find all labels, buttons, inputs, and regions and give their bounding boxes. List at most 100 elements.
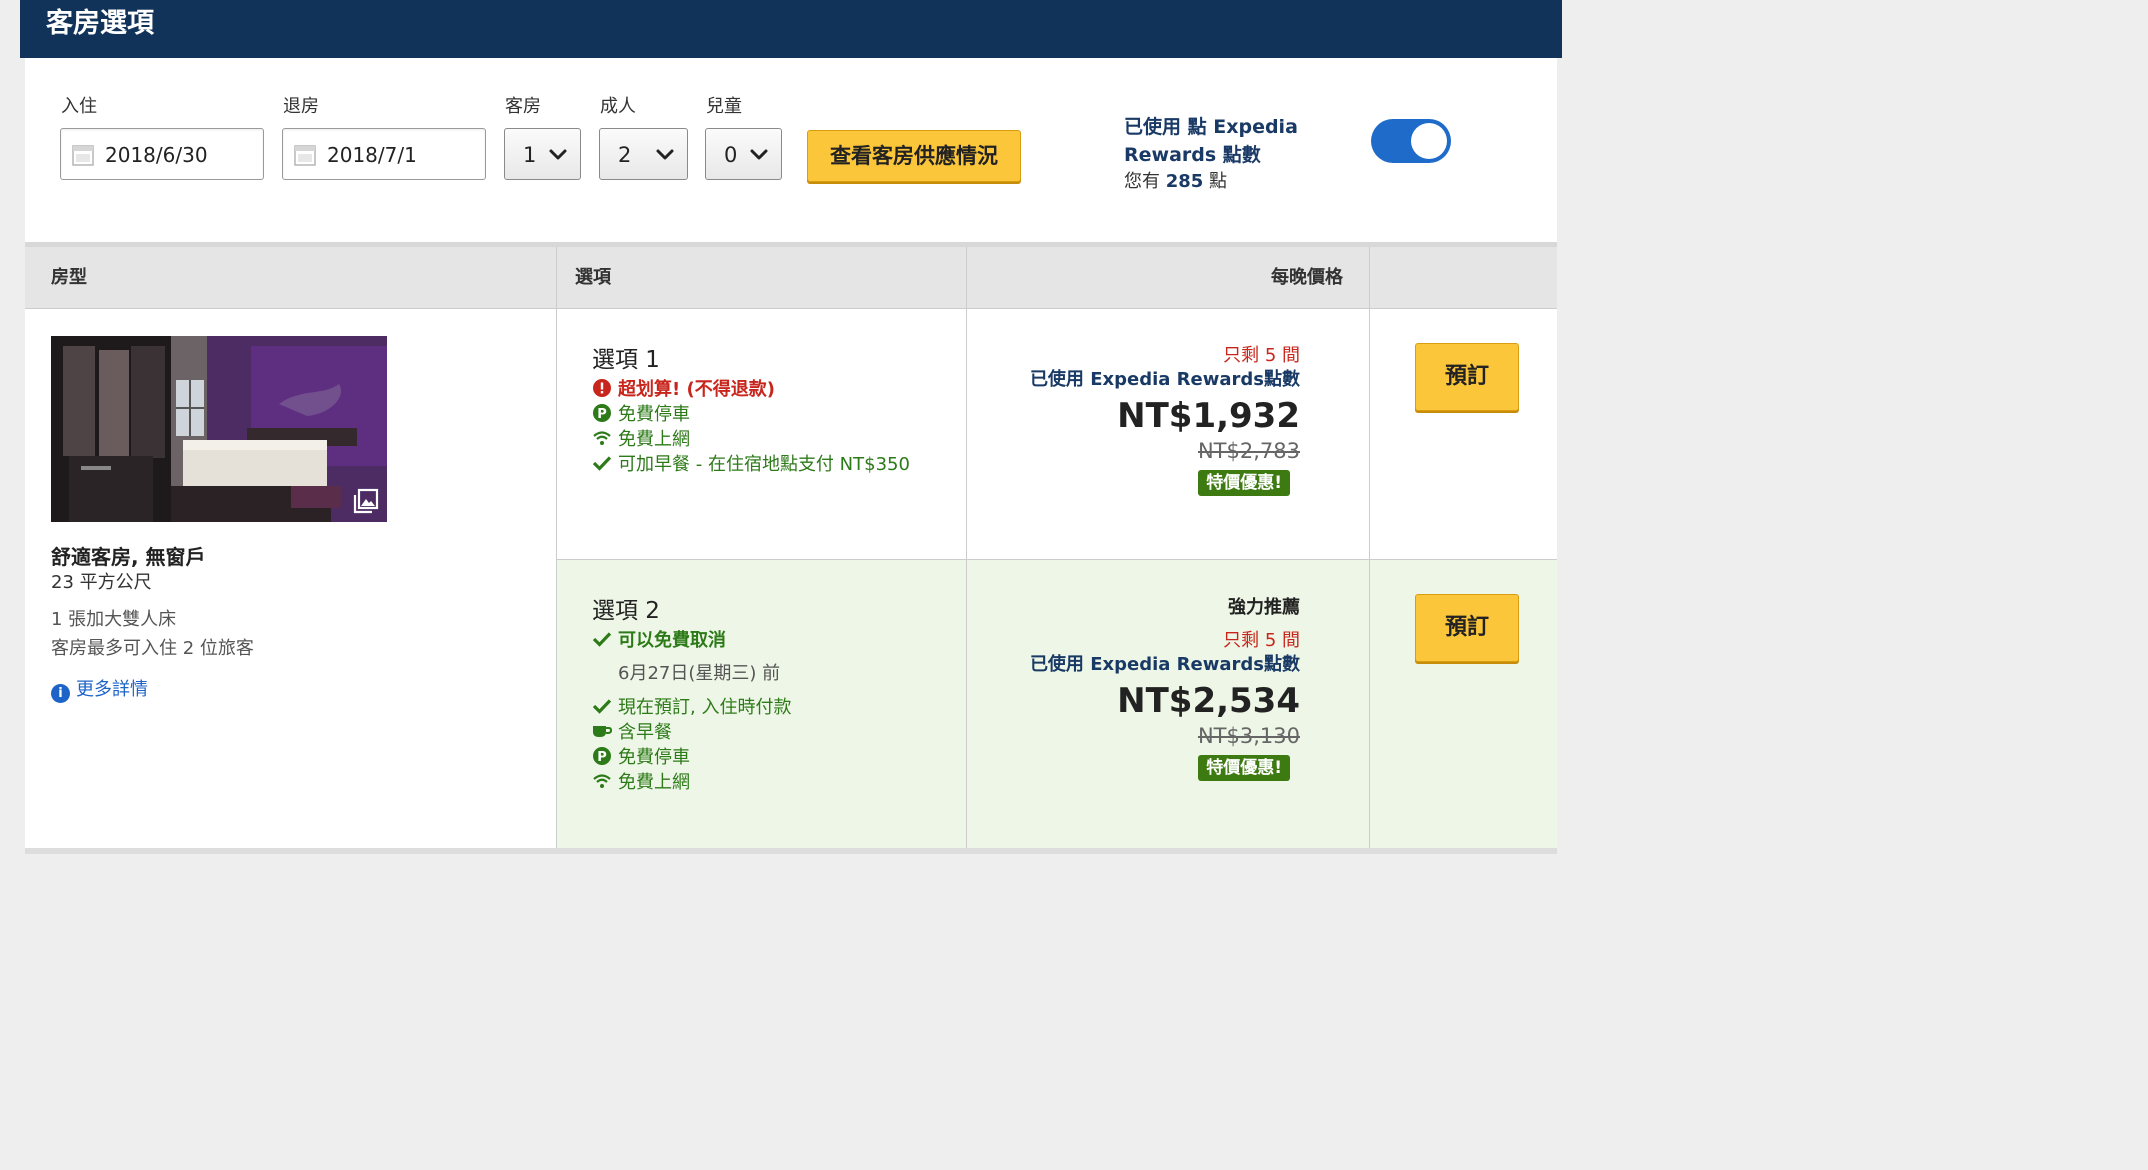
children-select[interactable]: 0 (705, 128, 782, 180)
feature-text: 免費上網 (618, 429, 690, 450)
page-title: 客房選項 (46, 8, 154, 39)
deal-badge: 特價優惠! (1198, 755, 1290, 781)
column-divider (1369, 247, 1370, 848)
option-2-feature-wifi: 免費上網 (592, 771, 690, 795)
adults-select-value: 2 (618, 143, 632, 167)
page-left-margin (0, 0, 20, 854)
chevron-down-icon (656, 149, 674, 160)
feature-text: 可以免費取消 (618, 630, 726, 651)
room-options-panel: 入住 2018/6/30 退房 2018/7/1 客房 1 成人 2 兒童 0 … (25, 58, 1557, 854)
rewards-used-label: 已使用 Expedia Rewards點數 (1029, 369, 1300, 390)
parking-icon: P (593, 747, 611, 765)
feature-text: 現在預訂, 入住時付款 (618, 697, 792, 718)
table-bottom-border (25, 848, 1557, 854)
rooms-select[interactable]: 1 (504, 128, 581, 180)
checkout-date-value: 2018/7/1 (327, 143, 417, 167)
check-availability-button[interactable]: 查看客房供應情況 (807, 130, 1021, 182)
room-size: 23 平方公尺 (51, 572, 152, 593)
toggle-knob (1411, 123, 1447, 159)
rewards-points-balance: 您有 285 點 (1124, 170, 1227, 194)
feature-text: 含早餐 (618, 722, 672, 743)
more-details-link[interactable]: i 更多詳情 (51, 678, 148, 703)
room-options-header: 客房選項 (20, 0, 1562, 58)
original-price: NT$2,783 (1197, 439, 1300, 463)
checkin-date-value: 2018/6/30 (105, 143, 208, 167)
option-2-free-cancellation: 可以免費取消 (592, 629, 726, 653)
book-button-option-1[interactable]: 預訂 (1415, 343, 1519, 411)
children-select-value: 0 (724, 143, 738, 167)
nightly-price: NT$2,534 (1117, 681, 1300, 721)
rewards-toggle-switch[interactable] (1371, 119, 1451, 163)
parking-icon: P (593, 404, 611, 422)
column-header-room-type: 房型 (51, 267, 87, 288)
option-2-feature-breakfast: 含早餐 (592, 721, 672, 745)
checkout-date-field[interactable]: 2018/7/1 (282, 128, 486, 180)
option-1-feature-nonrefundable: 超划算! (不得退款) (592, 378, 775, 402)
book-button-option-2[interactable]: 預訂 (1415, 594, 1519, 662)
rooms-table-header: 房型 選項 每晚價格 (25, 247, 1557, 309)
wifi-icon (593, 431, 611, 445)
rooms-select-value: 1 (523, 143, 537, 167)
rooms-label: 客房 (505, 96, 541, 117)
option-1-feature-wifi: 免費上網 (592, 428, 690, 452)
points-prefix: 您有 (1124, 171, 1160, 192)
option-2-feature-pay-later: 現在預訂, 入住時付款 (592, 696, 791, 720)
chevron-down-icon (750, 149, 768, 160)
feature-text: 免費停車 (618, 747, 690, 768)
recommended-label: 強力推薦 (1228, 597, 1300, 618)
checkin-label: 入住 (61, 96, 97, 117)
wifi-icon (593, 774, 611, 788)
checkin-date-field[interactable]: 2018/6/30 (60, 128, 264, 180)
deal-badge: 特價優惠! (1198, 470, 1290, 496)
points-suffix: 點 (1209, 171, 1228, 192)
check-icon (592, 456, 612, 471)
option-1-price-block: 只剩 5 間 已使用 Expedia Rewards點數 NT$1,932 NT… (1030, 344, 1300, 496)
gallery-icon[interactable] (353, 488, 379, 514)
column-divider (556, 247, 557, 848)
chevron-down-icon (549, 149, 567, 160)
checkout-label: 退房 (283, 96, 319, 117)
feature-text: 可加早餐 - 在住宿地點支付 NT$350 (618, 454, 910, 475)
rooms-left-notice: 只剩 5 間 (1223, 345, 1300, 366)
column-header-options: 選項 (575, 267, 611, 288)
option-2-price-block: 強力推薦 只剩 5 間 已使用 Expedia Rewards點數 NT$2,5… (1030, 596, 1300, 781)
option-1-feature-breakfast: 可加早餐 - 在住宿地點支付 NT$350 (592, 453, 910, 477)
page-right-margin (1558, 0, 1564, 854)
check-icon (592, 699, 612, 714)
coffee-icon (593, 726, 612, 737)
svg-text:P: P (597, 407, 607, 422)
alert-icon (593, 379, 611, 397)
feature-text: 免費上網 (618, 772, 690, 793)
adults-select[interactable]: 2 (599, 128, 688, 180)
search-bar: 入住 2018/6/30 退房 2018/7/1 客房 1 成人 2 兒童 0 … (25, 58, 1557, 242)
room-photo-image (51, 336, 387, 522)
column-divider (966, 247, 967, 848)
nightly-price: NT$1,932 (1117, 396, 1300, 436)
feature-text: 超划算! (不得退款) (618, 379, 775, 400)
rooms-left-notice: 只剩 5 間 (1223, 630, 1300, 651)
option-1-title: 選項 1 (592, 347, 660, 373)
column-header-price: 每晚價格 (1271, 267, 1343, 288)
option-1-feature-parking: P 免費停車 (592, 403, 690, 427)
children-label: 兒童 (706, 96, 742, 117)
info-icon: i (51, 684, 70, 703)
rewards-used-label: 已使用 Expedia Rewards點數 (1029, 654, 1300, 675)
rewards-toggle-label-2: Rewards 點數 (1124, 144, 1261, 166)
svg-text:P: P (597, 750, 607, 765)
calendar-icon (294, 145, 316, 166)
option-2-title: 選項 2 (592, 598, 660, 624)
adults-label: 成人 (600, 96, 636, 117)
rewards-toggle-label: 已使用 點 Expedia (1124, 116, 1298, 138)
room-bed-info: 1 張加大雙人床 (51, 609, 177, 630)
row-divider (557, 559, 1557, 560)
room-photo[interactable] (51, 336, 387, 522)
option-2-feature-parking: P 免費停車 (592, 746, 690, 770)
option-2-cancel-deadline: 6月27日(星期三) 前 (618, 663, 781, 684)
more-details-label: 更多詳情 (76, 679, 148, 700)
room-occupancy: 客房最多可入住 2 位旅客 (51, 638, 254, 659)
feature-text: 免費停車 (618, 404, 690, 425)
points-value: 285 (1165, 171, 1204, 192)
room-name: 舒適客房, 無窗戶 (51, 545, 206, 569)
original-price: NT$3,130 (1197, 724, 1300, 748)
calendar-icon (72, 145, 94, 166)
